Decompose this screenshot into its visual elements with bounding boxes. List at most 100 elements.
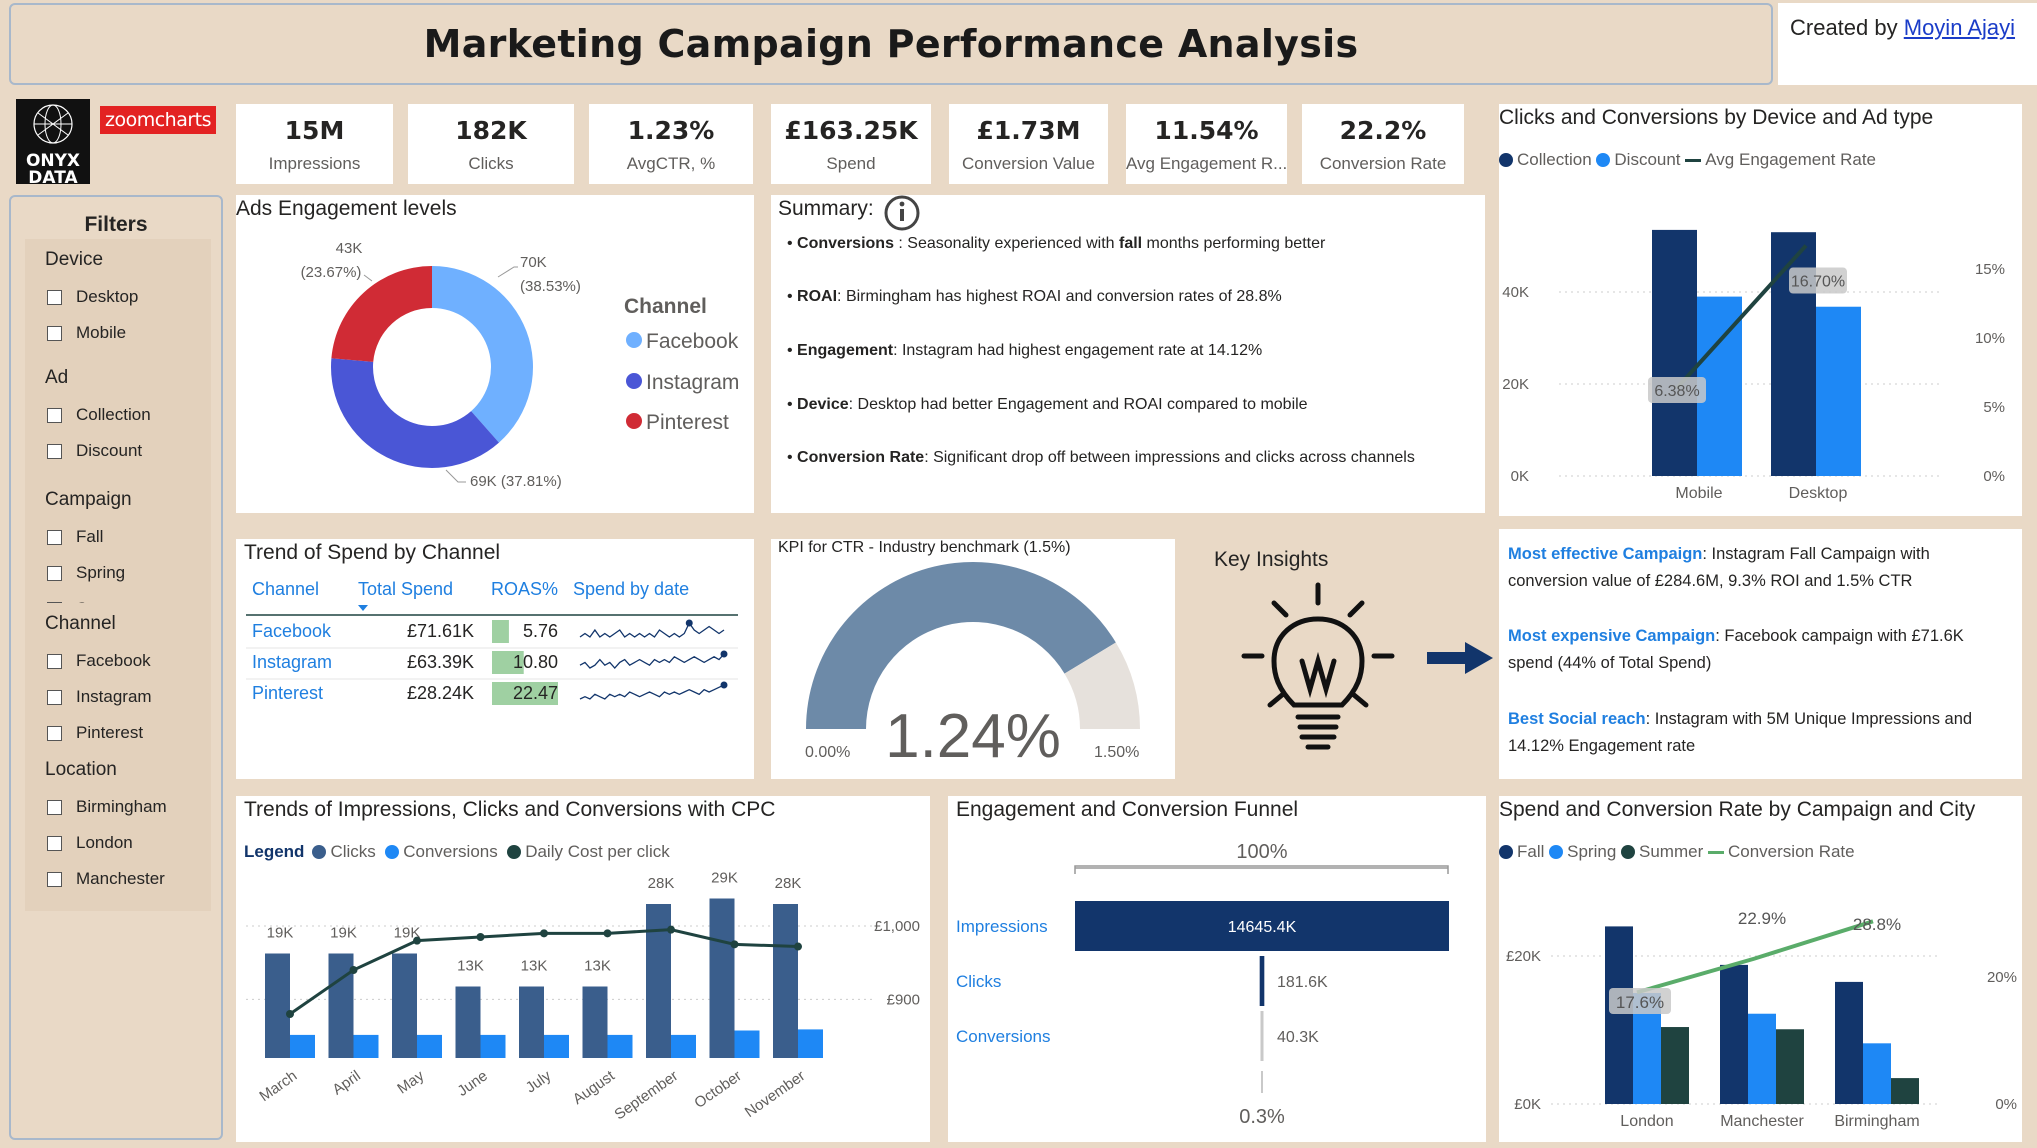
- y2-tick-label: 5%: [1983, 399, 2005, 416]
- summary-item-key: Engagement: [797, 342, 894, 359]
- sort-desc-icon[interactable]: [358, 605, 368, 611]
- bar-summer-manchester[interactable]: [1776, 1029, 1804, 1104]
- filter-option-desktop[interactable]: Desktop: [25, 279, 211, 315]
- checkbox[interactable]: [47, 443, 62, 459]
- checkbox[interactable]: [47, 725, 62, 741]
- filter-option-instagram[interactable]: Instagram: [25, 679, 211, 715]
- filter-option-fall[interactable]: Fall: [25, 519, 211, 555]
- bar-conversions-july[interactable]: [544, 1034, 569, 1058]
- funnel-bar-conversions[interactable]: [1260, 1011, 1264, 1061]
- bar-clicks-june[interactable]: [455, 986, 481, 1059]
- info-icon[interactable]: [881, 193, 923, 233]
- bar-clicks-july[interactable]: [519, 986, 544, 1059]
- pinterest-pct-label: (23.67%): [301, 264, 362, 281]
- bar-summer-birmingham[interactable]: [1891, 1078, 1919, 1104]
- filter-option-discount[interactable]: Discount: [25, 433, 211, 469]
- bar-clicks-march[interactable]: [265, 953, 290, 1059]
- bar-clicks-october[interactable]: [709, 898, 735, 1059]
- author-link[interactable]: Moyin Ajayi: [1904, 15, 2015, 40]
- bar-conversions-november[interactable]: [798, 1029, 823, 1058]
- filter-option-spring[interactable]: Spring: [25, 555, 211, 591]
- cpc-point[interactable]: [349, 966, 358, 974]
- bar-spring-birmingham[interactable]: [1863, 1043, 1891, 1104]
- filter-option-pinterest[interactable]: Pinterest: [25, 715, 211, 751]
- facebook-value-label: 70K: [520, 254, 547, 271]
- funnel-stage-label[interactable]: Impressions: [956, 917, 1048, 936]
- bar-conversions-october[interactable]: [734, 1030, 760, 1059]
- checkbox[interactable]: [47, 289, 62, 305]
- sparkline-facebook: [579, 621, 725, 638]
- creator-prefix: Created by: [1790, 15, 1898, 40]
- funnel-stage-label[interactable]: Conversions: [956, 1027, 1051, 1046]
- legend-pinterest[interactable]: Pinterest: [646, 411, 729, 434]
- summary-item: • Device: Desktop had better Engagement …: [787, 396, 1308, 414]
- funnel-bar-clicks[interactable]: [1259, 956, 1265, 1006]
- table-cell-channel[interactable]: Instagram: [252, 652, 332, 672]
- filter-option-facebook[interactable]: Facebook: [25, 643, 211, 679]
- checkbox[interactable]: [47, 407, 62, 423]
- checkbox[interactable]: [47, 835, 62, 851]
- donut-slice-facebook[interactable]: [432, 266, 533, 443]
- bar-conversions-april[interactable]: [353, 1034, 379, 1058]
- filter-group-title: Device: [45, 249, 104, 270]
- y2-tick-label: 0%: [1995, 1096, 2017, 1113]
- cpc-point[interactable]: [730, 940, 739, 949]
- bar-conversions-june[interactable]: [480, 1034, 506, 1058]
- table-header[interactable]: ROAS%: [491, 579, 558, 599]
- onyx-line2: DATA: [28, 168, 78, 188]
- bar-conversions-march[interactable]: [290, 1034, 315, 1058]
- checkbox[interactable]: [47, 653, 62, 669]
- bar-fall-birmingham[interactable]: [1835, 981, 1863, 1104]
- bar-conversions-august[interactable]: [607, 1034, 633, 1058]
- filter-option-manchester[interactable]: Manchester: [25, 861, 211, 897]
- x-tick-label: Birmingham: [1834, 1113, 1919, 1130]
- funnel-stage-label[interactable]: Clicks: [956, 972, 1001, 991]
- table-cell-channel[interactable]: Pinterest: [252, 683, 323, 703]
- cpc-point[interactable]: [794, 942, 802, 951]
- legend-instagram[interactable]: Instagram: [646, 371, 739, 394]
- cpc-point[interactable]: [603, 929, 612, 938]
- cpc-point[interactable]: [540, 929, 548, 938]
- kpi-card-clicks: 182K Clicks: [408, 104, 574, 184]
- bar-collection-mobile[interactable]: [1652, 229, 1697, 476]
- bar-conversions-may[interactable]: [417, 1034, 442, 1058]
- checkbox[interactable]: [47, 689, 62, 705]
- bar-clicks-november[interactable]: [773, 904, 798, 1058]
- bar-clicks-august[interactable]: [582, 986, 608, 1059]
- filter-option-collection[interactable]: Collection: [25, 397, 211, 433]
- filter-option-mobile[interactable]: Mobile: [25, 315, 211, 351]
- checkbox[interactable]: [47, 871, 62, 887]
- checkbox[interactable]: [47, 529, 62, 545]
- bar-spring-manchester[interactable]: [1748, 1013, 1776, 1104]
- sparkline-pinterest: [579, 684, 725, 700]
- legend-facebook[interactable]: Facebook: [646, 330, 739, 353]
- summary-item-text: : Significant drop off between impressio…: [924, 449, 1415, 466]
- facebook-pct-label: (38.53%): [520, 278, 581, 295]
- table-cell-channel[interactable]: Facebook: [252, 621, 332, 641]
- table-cell-roas: 5.76: [523, 621, 558, 641]
- bar-fall-manchester[interactable]: [1720, 964, 1748, 1104]
- cpc-point[interactable]: [286, 1010, 294, 1018]
- kpi-value: 182K: [455, 116, 527, 145]
- checkbox[interactable]: [47, 325, 62, 341]
- cpc-point[interactable]: [476, 933, 485, 941]
- table-header[interactable]: Spend by date: [573, 579, 689, 599]
- bar-clicks-september[interactable]: [646, 904, 671, 1058]
- table-header[interactable]: Channel: [252, 579, 319, 599]
- kpi-label: Conversion Rate: [1319, 154, 1447, 173]
- summary-panel: Summary: • Conversions : Seasonality exp…: [771, 195, 1485, 513]
- bar-conversions-september[interactable]: [671, 1034, 696, 1058]
- cpc-point[interactable]: [413, 936, 421, 945]
- conversion-rate-data-label: 17.6%: [1616, 993, 1664, 1012]
- table-header[interactable]: Total Spend: [358, 579, 453, 599]
- filter-option-label: Birmingham: [76, 797, 167, 816]
- filter-option-london[interactable]: London: [25, 825, 211, 861]
- filter-option-birmingham[interactable]: Birmingham: [25, 789, 211, 825]
- checkbox[interactable]: [47, 565, 62, 581]
- checkbox[interactable]: [47, 799, 62, 815]
- bar-clicks-may[interactable]: [392, 953, 417, 1059]
- bar-fall-london[interactable]: [1605, 926, 1633, 1104]
- cpc-point[interactable]: [667, 925, 675, 934]
- bar-discount-desktop[interactable]: [1816, 306, 1861, 476]
- bar-summer-london[interactable]: [1661, 1027, 1689, 1104]
